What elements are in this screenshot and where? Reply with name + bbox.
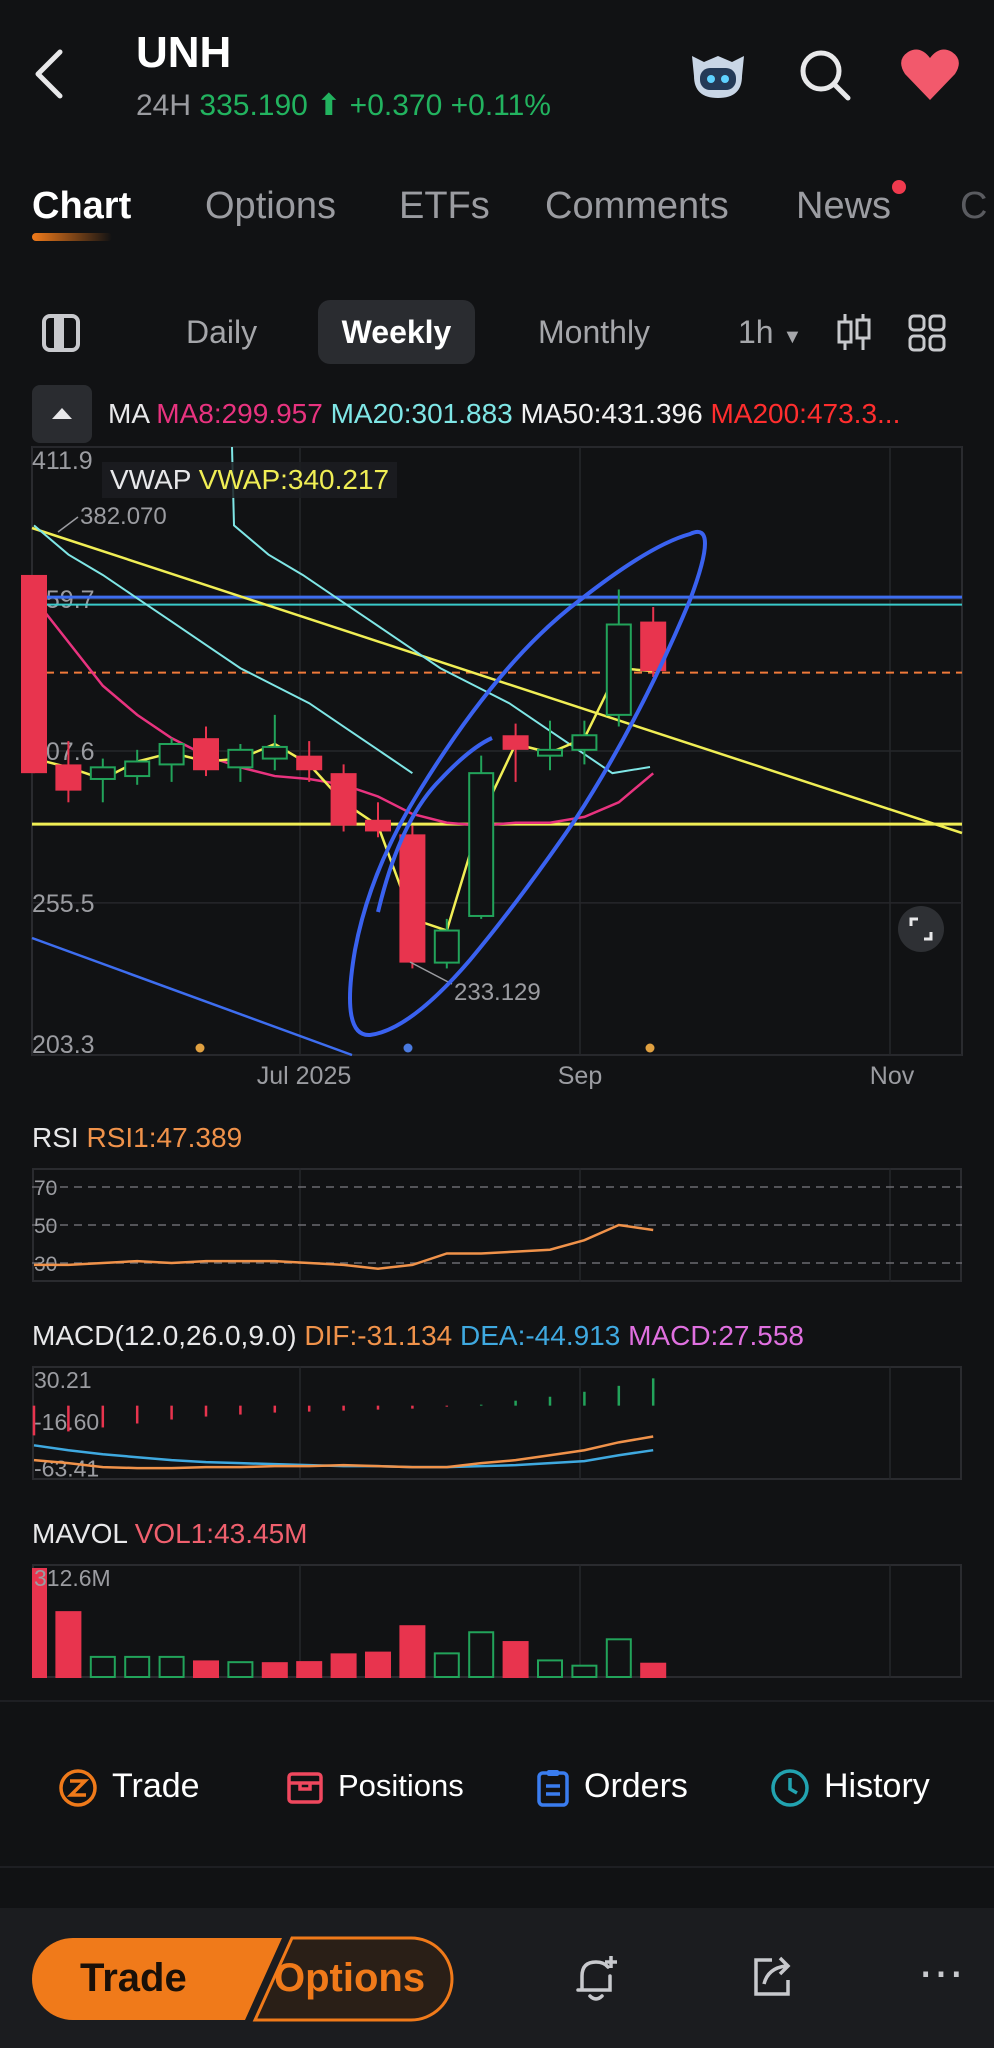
- candle-body: [89, 766, 116, 780]
- volume-bar: [124, 1655, 151, 1678]
- high-annotation-leader: [57, 516, 79, 533]
- history-clock-icon: [771, 1769, 809, 1807]
- high-annotation: 382.070: [80, 503, 167, 530]
- price-alert-bell-icon[interactable]: [574, 1954, 618, 2004]
- low-annotation-leader: [409, 961, 453, 985]
- macd-tick-label: 30.21: [34, 1367, 92, 1393]
- dea-value: DEA:-44.913: [460, 1320, 621, 1351]
- volume-bar: [433, 1652, 460, 1678]
- vwap-label: VWAP: [110, 464, 191, 495]
- low-annotation: 233.129: [454, 979, 541, 1006]
- x-tick-label: Jul 2025: [257, 1062, 352, 1090]
- volume-bar: [468, 1631, 495, 1678]
- action-orders[interactable]: Orders: [536, 1758, 688, 1814]
- candle-body: [571, 734, 598, 751]
- volume-bar: [537, 1659, 563, 1678]
- x-tick-label: Nov: [870, 1062, 915, 1090]
- volume-bar: [227, 1661, 254, 1678]
- vwap-legend: VWAP VWAP:340.217: [102, 462, 398, 498]
- event-dot: [645, 1043, 655, 1053]
- volume-bar: [55, 1611, 82, 1678]
- event-dot: [403, 1043, 413, 1053]
- candle-body: [605, 623, 632, 716]
- action-history-label: History: [824, 1767, 930, 1805]
- candle-body: [365, 819, 391, 832]
- trade-icon: [59, 1769, 97, 1807]
- action-positions-label: Positions: [338, 1768, 464, 1803]
- candle-body: [296, 755, 323, 771]
- footer-bar: Trade Options ⋯: [0, 1908, 994, 2048]
- macd-value: MACD:27.558: [628, 1320, 804, 1351]
- volume-bar: [571, 1664, 598, 1678]
- mavol-label: MAVOL: [32, 1518, 127, 1549]
- positions-icon: [287, 1772, 323, 1804]
- volume-bar: [365, 1651, 391, 1678]
- rsi-line: [34, 1223, 654, 1270]
- candle-body: [399, 834, 426, 963]
- more-options-icon[interactable]: ⋯: [918, 1946, 964, 2000]
- rsi-tick-label: 70: [34, 1177, 57, 1200]
- action-history[interactable]: History: [770, 1758, 930, 1814]
- event-dot: [195, 1043, 205, 1053]
- macd-tick-label: -16.60: [34, 1409, 99, 1435]
- y-tick-label: 411.9: [32, 447, 93, 475]
- volume-bar: [640, 1662, 667, 1678]
- vwap-value: VWAP:340.217: [198, 464, 390, 495]
- macd-tick-label: -63.41: [34, 1456, 99, 1480]
- y-tick-label: 255.5: [32, 890, 95, 918]
- rsi-tick-label: 50: [34, 1215, 57, 1238]
- candle-body: [158, 743, 185, 766]
- footer-trade-button[interactable]: Trade: [80, 1956, 187, 2001]
- dif-value: DIF:-31.134: [304, 1320, 453, 1351]
- candle-body: [468, 772, 495, 917]
- candle-body: [261, 745, 288, 760]
- candle-body: [21, 574, 47, 774]
- candle-body: [55, 764, 82, 791]
- action-trade-label: Trade: [112, 1767, 200, 1805]
- share-icon[interactable]: [750, 1954, 794, 2000]
- action-trade[interactable]: Trade: [58, 1758, 200, 1814]
- ma20-line: [33, 524, 413, 774]
- volume-bar: [502, 1641, 529, 1678]
- macd-label: MACD(12.0,26.0,9.0): [32, 1320, 297, 1351]
- dea-line: [33, 1444, 654, 1469]
- volume-chart: 312.6M: [32, 1564, 962, 1678]
- mavol-legend: MAVOL VOL1:43.45M: [32, 1518, 307, 1550]
- y-tick-label: 203.3: [32, 1031, 95, 1059]
- volume-bar: [399, 1625, 426, 1678]
- volume-bar: [605, 1638, 632, 1678]
- candle-body: [124, 760, 151, 778]
- footer-options-button[interactable]: Options: [274, 1956, 425, 2001]
- orders-icon: [537, 1770, 569, 1807]
- rsi-value: RSI1:47.389: [86, 1122, 243, 1153]
- candle-body: [502, 735, 529, 750]
- rsi-legend: RSI RSI1:47.389: [32, 1122, 242, 1154]
- volume-bar: [330, 1653, 357, 1678]
- candle-body: [433, 929, 460, 964]
- action-orders-label: Orders: [584, 1767, 688, 1805]
- candle-body: [193, 738, 219, 771]
- rsi-label: RSI: [32, 1122, 79, 1153]
- expand-icon: [909, 917, 933, 941]
- fullscreen-button[interactable]: [898, 906, 944, 952]
- price-chart[interactable]: 411.9359.7307.6255.5203.3Jul 2025 Sep Nov3…: [0, 0, 994, 1110]
- vol-value: VOL1:43.45M: [134, 1518, 308, 1549]
- rsi-chart: 705030: [32, 1168, 962, 1282]
- candle-body: [330, 773, 357, 826]
- x-tick-label: Sep: [558, 1062, 602, 1090]
- candle-body: [537, 748, 563, 757]
- volume-bar: [296, 1661, 323, 1678]
- candle-body: [227, 748, 254, 769]
- macd-chart: 30.21 -16.60 -63.41: [32, 1366, 962, 1480]
- volume-bar: [89, 1655, 116, 1678]
- action-positions[interactable]: Positions: [286, 1758, 464, 1814]
- volume-tick-label: 312.6M: [34, 1565, 111, 1591]
- divider: [0, 1866, 994, 1868]
- divider: [0, 1700, 994, 1702]
- volume-bar: [261, 1662, 288, 1678]
- macd-legend: MACD(12.0,26.0,9.0) DIF:-31.134 DEA:-44.…: [32, 1320, 804, 1352]
- volume-bar: [158, 1655, 185, 1678]
- volume-bar: [193, 1660, 219, 1678]
